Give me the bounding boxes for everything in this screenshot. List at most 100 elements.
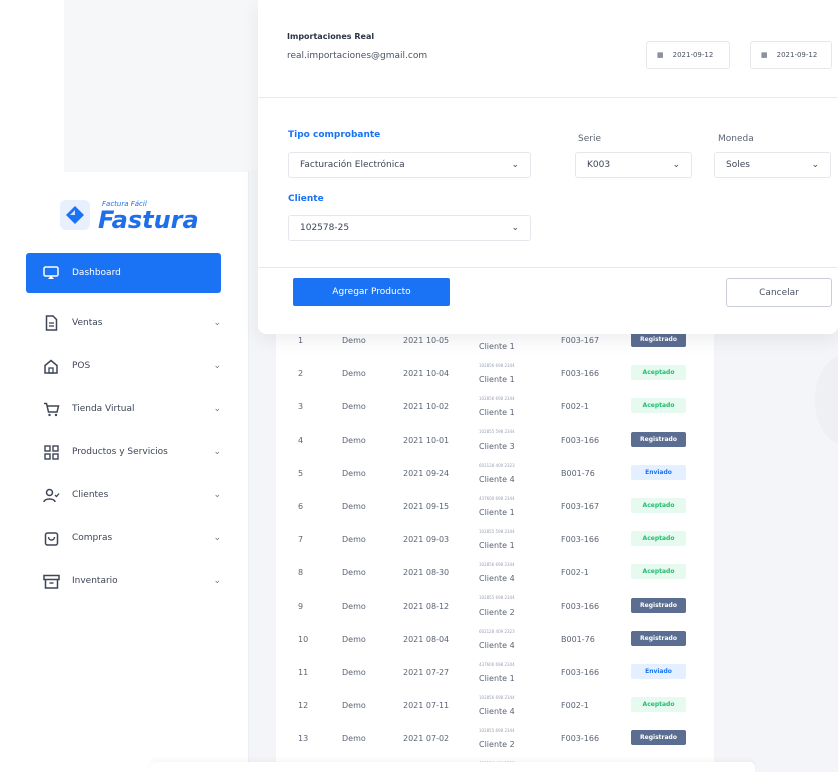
chevron-down-icon: ⌄ — [213, 533, 221, 543]
date-from-value: 2021-09-12 — [672, 51, 714, 59]
row-number: 4 — [298, 435, 304, 445]
table-row[interactable]: 7 Demo 2021 09-03 Cliente 1 102856 698 2344 F… — [276, 523, 714, 567]
sidebar-item-compras[interactable]: Compras ⌄ — [26, 518, 221, 558]
company-name: Importaciones Real — [287, 32, 375, 41]
sidebar-item-tienda-virtual[interactable]: Tienda Virtual ⌄ — [26, 389, 221, 429]
status-badge: Aceptado — [631, 564, 686, 580]
row-serie: F003-166 — [561, 535, 600, 545]
table-row[interactable]: 6 Demo 2021 09-15 Cliente 1 102855 598 2344 F… — [276, 490, 714, 534]
row-number: 6 — [298, 502, 304, 511]
serie-value: K003 — [587, 160, 611, 170]
sidebar-item-pos[interactable]: POS ⌄ — [26, 346, 221, 386]
row-date: 2021 07-11 — [403, 701, 450, 711]
row-user: Demo — [342, 601, 366, 611]
table-row[interactable]: 3 Demo 2021 10-02 Cliente 1 102855 598 2344 F… — [276, 390, 714, 434]
logo-name: Fastura — [98, 206, 199, 234]
row-user: Demo — [342, 435, 366, 445]
sidebar-item-inventario[interactable]: Inventario ⌄ — [26, 561, 221, 601]
serie-select[interactable]: K003 ⌄ — [575, 152, 692, 178]
status-badge: Registrado — [631, 630, 686, 646]
row-number: 5 — [298, 468, 304, 478]
monitor-icon — [42, 264, 60, 282]
add-product-button[interactable]: Agregar Producto — [293, 278, 450, 306]
row-number: 9 — [298, 601, 304, 611]
date-from-field[interactable]: ▦ 2021-09-12 — [646, 41, 730, 69]
row-number: 8 — [298, 568, 304, 578]
row-user: Demo — [342, 568, 366, 578]
moneda-label: Moneda — [718, 134, 754, 144]
client-name: Cliente 2 — [479, 740, 515, 750]
row-number: 7 — [298, 535, 304, 545]
chevron-down-icon: ⌄ — [213, 447, 221, 457]
row-user: Demo — [342, 734, 366, 744]
row-date: 2021 08-12 — [403, 601, 450, 611]
row-date: 2021 09-24 — [403, 468, 450, 478]
row-user: Demo — [342, 535, 366, 545]
sidebar-item-ventas[interactable]: Ventas ⌄ — [26, 303, 221, 343]
row-date: 2021 10-04 — [403, 369, 450, 379]
bottom-panel — [150, 762, 755, 772]
sidebar-item-productos[interactable]: Productos y Servicios ⌄ — [26, 432, 221, 472]
grid-icon — [42, 443, 60, 461]
tipo-comprobante-label: Tipo comprobante — [288, 130, 381, 140]
row-serie: B001-76 — [561, 468, 595, 478]
table-row[interactable]: 2 Demo 2021 10-04 Cliente 1 102856 698 2344 F… — [276, 357, 714, 401]
tipo-comprobante-select[interactable]: Facturación Electrónica ⌄ — [288, 152, 531, 178]
table-row[interactable]: 11 Demo 2021 07-27 Cliente 1 102856 698 2344… — [276, 656, 714, 700]
company-email: real.importaciones@gmail.com — [287, 51, 428, 61]
calendar-icon: ▦ — [657, 51, 664, 59]
sidebar-item-label: Productos y Servicios — [72, 447, 168, 457]
row-user: Demo — [342, 468, 366, 478]
chevron-down-icon: ⌄ — [672, 160, 680, 170]
chevron-down-icon: ⌄ — [213, 490, 221, 500]
logo-mark-icon — [60, 200, 90, 230]
status-badge: Aceptado — [631, 398, 686, 414]
row-number: 13 — [298, 734, 309, 744]
row-user: Demo — [342, 701, 366, 711]
cliente-value: 102578-25 — [300, 223, 350, 233]
bag-icon — [42, 529, 60, 547]
sidebar-item-clientes[interactable]: Clientes ⌄ — [26, 475, 221, 515]
calendar-icon: ▦ — [761, 51, 768, 59]
row-number: 11 — [298, 668, 309, 677]
row-user: Demo — [342, 369, 366, 379]
row-number: 10 — [298, 634, 309, 644]
serie-label: Serie — [578, 134, 601, 144]
table-row[interactable]: 4 Demo 2021 10-01 Cliente 3 602128 409 2323 F… — [276, 424, 714, 468]
chevron-down-icon: ⌄ — [213, 576, 221, 586]
row-date: 2021 08-04 — [403, 634, 450, 644]
sidebar-item-dashboard[interactable]: Dashboard — [26, 253, 221, 293]
new-invoice-modal: Importaciones Real real.importaciones@gm… — [258, 0, 838, 334]
chevron-down-icon: ⌄ — [511, 223, 519, 233]
row-serie: F002-1 — [561, 402, 589, 412]
sidebar-item-label: Clientes — [72, 490, 109, 500]
table-row[interactable]: 12 Demo 2021 07-11 Cliente 4 102855 698 2344… — [276, 689, 714, 733]
row-user: Demo — [342, 502, 366, 511]
sidebar-item-label: Tienda Virtual — [72, 404, 135, 414]
table-row[interactable]: 5 Demo 2021 09-24 Cliente 4 437600 698 2344 B… — [276, 457, 714, 501]
sidebar-item-label: POS — [72, 361, 91, 371]
invoice-table: 1 Demo 2021 10-05 Cliente 1 102856 698 2344 F… — [276, 318, 714, 772]
row-serie: F003-166 — [561, 435, 600, 445]
row-serie: F003-166 — [561, 601, 600, 611]
table-row[interactable]: 8 Demo 2021 08-30 Cliente 4 102855 698 2344 F… — [276, 556, 714, 600]
row-serie: F003-166 — [561, 668, 600, 677]
document-icon — [42, 314, 60, 332]
table-row[interactable]: 13Demo2021 07-02Cliente 2602128 409 2323… — [276, 722, 714, 766]
row-serie: F003-166 — [561, 734, 600, 744]
moneda-select[interactable]: Soles ⌄ — [714, 152, 831, 178]
status-badge: Aceptado — [631, 365, 686, 381]
row-serie: F003-167 — [561, 502, 600, 511]
status-badge: Registrado — [631, 431, 686, 447]
cliente-label: Cliente — [288, 194, 324, 204]
row-serie: F003-166 — [561, 369, 600, 379]
table-row[interactable]: 10 Demo 2021 08-04 Cliente 4 437600 698 2344… — [276, 623, 714, 667]
status-badge: Registrado — [631, 597, 686, 613]
sidebar-item-label: Ventas — [72, 318, 103, 328]
table-row[interactable]: 9 Demo 2021 08-12 Cliente 2 602128 409 2323 F… — [276, 590, 714, 634]
date-to-field[interactable]: ▦ 2021-09-12 — [750, 41, 832, 69]
cliente-select[interactable]: 102578-25 ⌄ — [288, 215, 531, 241]
cancel-button[interactable]: Cancelar — [726, 278, 832, 307]
status-badge: Aceptado — [631, 531, 686, 547]
row-user: Demo — [342, 634, 366, 644]
